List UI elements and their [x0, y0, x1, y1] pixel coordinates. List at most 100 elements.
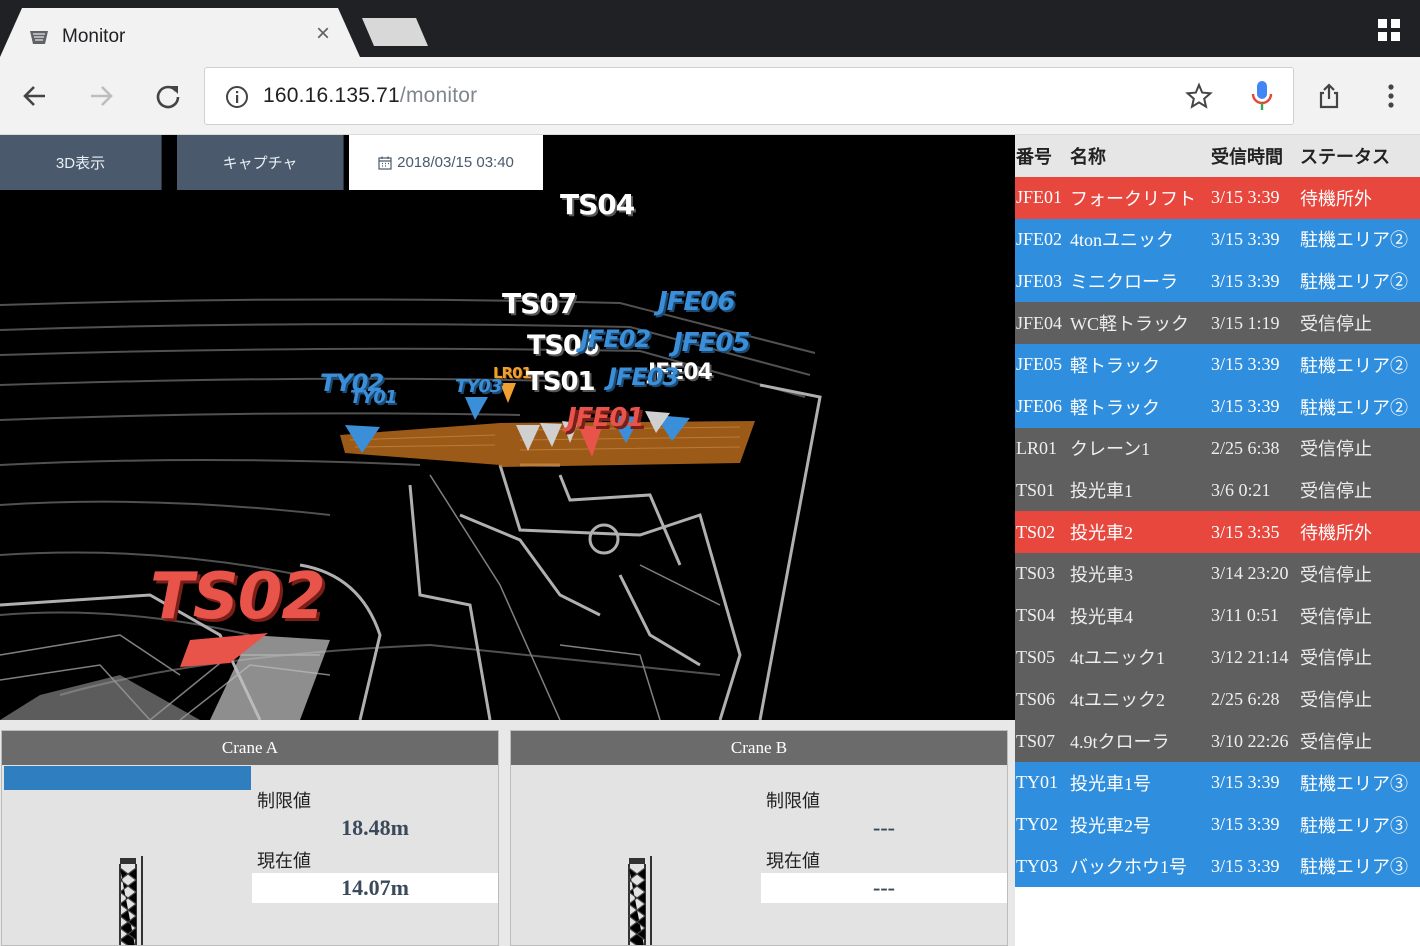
marker-ts02[interactable]: TS02	[150, 560, 326, 634]
browser-toolbar: 160.16.135.71/monitor	[0, 57, 1420, 135]
row-name: WC軽トラック	[1070, 314, 1189, 335]
marker-ts07[interactable]: TS07	[502, 287, 577, 320]
table-row[interactable]: LR01 クレーン1 2/25 6:38 受信停止	[1015, 427, 1420, 470]
row-time: 3/15 3:39	[1211, 855, 1280, 876]
bookmark-star-icon[interactable]	[1185, 82, 1213, 110]
row-name: 4.9tクローラ	[1070, 732, 1170, 753]
row-id: TY02	[1016, 814, 1058, 835]
marker-jfe06[interactable]: JFE06	[658, 287, 735, 317]
row-name: バックホウ1号	[1070, 857, 1187, 878]
crane-a-tower-icon	[118, 856, 143, 945]
table-row[interactable]: JFE05 軽トラック 3/15 3:39 駐機エリア②	[1015, 343, 1420, 386]
table-row[interactable]: JFE01 フォークリフト 3/15 3:39 待機所外	[1015, 176, 1420, 219]
crane-a-status-bar	[4, 766, 251, 790]
row-time: 3/15 3:39	[1211, 228, 1280, 249]
row-name: 投光車1	[1070, 481, 1133, 502]
new-tab-button[interactable]	[362, 18, 428, 46]
row-status: 駐機エリア②	[1300, 272, 1408, 293]
arrow-right-icon	[91, 86, 113, 106]
map-3d-viewport[interactable]: 3D表示 キャプチャ 2018/03/15 03:40 TS04 TS07 JF…	[0, 135, 1015, 720]
row-id: TS04	[1016, 605, 1056, 626]
row-status: 受信停止	[1300, 314, 1372, 335]
view-3d-button[interactable]: 3D表示	[0, 135, 162, 190]
crane-b-limit-label: 制限値	[766, 791, 820, 811]
row-id: JFE04	[1016, 312, 1063, 333]
header-name: 名称	[1070, 146, 1106, 167]
apps-grid-icon[interactable]	[1378, 19, 1400, 41]
url-path: /monitor	[399, 84, 478, 107]
row-id: JFE02	[1016, 228, 1063, 249]
row-name: フォークリフト	[1070, 188, 1196, 209]
more-vert-icon	[1388, 84, 1394, 108]
address-bar[interactable]: 160.16.135.71/monitor	[204, 67, 1294, 125]
row-time: 3/15 3:39	[1211, 772, 1280, 793]
reload-button[interactable]	[151, 79, 185, 113]
row-time: 3/10 22:26	[1211, 730, 1289, 751]
row-id: TS05	[1016, 646, 1056, 667]
crane-b-limit-value: ---	[873, 815, 895, 840]
table-row[interactable]: TY01 投光車1号 3/15 3:39 駐機エリア③	[1015, 761, 1420, 804]
row-id: TY01	[1016, 772, 1058, 793]
table-row[interactable]: JFE06 軽トラック 3/15 3:39 駐機エリア②	[1015, 385, 1420, 428]
table-row[interactable]: TY02 投光車2号 3/15 3:39 駐機エリア③	[1015, 803, 1420, 846]
marker-ty01[interactable]: TY01	[350, 387, 397, 408]
table-row[interactable]: JFE03 ミニクローラ 3/15 3:39 駐機エリア②	[1015, 260, 1420, 303]
table-row[interactable]: JFE02 4tonユニック 3/15 3:39 駐機エリア②	[1015, 218, 1420, 261]
share-button[interactable]	[1312, 79, 1346, 113]
row-name: 投光車1号	[1070, 773, 1151, 794]
reload-icon	[156, 85, 180, 109]
url-text[interactable]: 160.16.135.71/monitor	[263, 84, 477, 108]
forward-button[interactable]	[84, 79, 118, 113]
crane-b-tower-icon	[627, 856, 652, 945]
marker-jfe01[interactable]: JFE01	[567, 403, 644, 433]
capture-button[interactable]: キャプチャ	[177, 135, 344, 190]
row-name: クレーン1	[1070, 439, 1151, 460]
table-row[interactable]: TS01 投光車1 3/6 0:21 受信停止	[1015, 469, 1420, 512]
crane-a-limit-label: 制限値	[257, 791, 311, 811]
arrow-left-icon	[23, 86, 45, 106]
row-status: 待機所外	[1300, 523, 1372, 544]
row-time: 3/15 1:19	[1211, 312, 1280, 333]
back-button[interactable]	[18, 79, 52, 113]
marker-ts04[interactable]: TS04	[560, 188, 635, 221]
microphone-icon[interactable]	[1251, 80, 1273, 112]
table-row[interactable]: TS04 投光車4 3/11 0:51 受信停止	[1015, 594, 1420, 637]
table-row[interactable]: TY03 バックホウ1号 3/15 3:39 駐機エリア③	[1015, 845, 1420, 888]
row-name: ミニクローラ	[1070, 272, 1178, 293]
table-row[interactable]: TS06 4tユニック2 2/25 6:28 受信停止	[1015, 678, 1420, 721]
row-status: 受信停止	[1300, 690, 1372, 711]
row-status: 駐機エリア③	[1300, 857, 1408, 878]
marker-jfe02[interactable]: JFE02	[580, 325, 651, 353]
menu-button[interactable]	[1374, 79, 1408, 113]
row-name: 4tユニック2	[1070, 690, 1166, 711]
header-status: ステータス	[1300, 146, 1390, 167]
row-time: 3/15 3:39	[1211, 270, 1280, 291]
table-row[interactable]: TS02 投光車2 3/15 3:35 待機所外	[1015, 511, 1420, 553]
table-row[interactable]: TS03 投光車3 3/14 23:20 受信停止	[1015, 552, 1420, 595]
crane-a-current-label: 現在値	[257, 851, 311, 871]
row-time: 2/25 6:38	[1211, 437, 1280, 458]
row-id: JFE05	[1016, 354, 1063, 375]
table-row[interactable]: TS07 4.9tクローラ 3/10 22:26 受信停止	[1015, 720, 1420, 762]
tab-close-icon[interactable]: ×	[316, 22, 330, 46]
marker-ts01[interactable]: TS01	[526, 367, 596, 397]
row-name: 4tユニック1	[1070, 648, 1166, 669]
row-id: TS07	[1016, 730, 1056, 751]
marker-jfe03[interactable]: JFE03	[608, 363, 679, 391]
datetime-picker[interactable]: 2018/03/15 03:40	[349, 135, 543, 190]
row-time: 3/15 3:39	[1211, 354, 1280, 375]
share-icon	[1319, 83, 1339, 109]
browser-tab-bar: Monitor ×	[0, 0, 1420, 57]
row-time: 3/15 3:39	[1211, 396, 1280, 417]
device-status-table: 番号 名称 受信時間 ステータス JFE01 フォークリフト 3/15 3:39 待機…	[1015, 135, 1420, 888]
marker-jfe05[interactable]: JFE05	[673, 328, 750, 358]
table-row[interactable]: TS05 4tユニック1 3/12 21:14 受信停止	[1015, 636, 1420, 679]
table-row[interactable]: JFE04 WC軽トラック 3/15 1:19 受信停止	[1015, 302, 1420, 344]
info-icon[interactable]	[225, 85, 249, 109]
row-id: TS01	[1016, 479, 1056, 500]
crane-b-title: Crane B	[511, 731, 1007, 765]
row-status: 受信停止	[1300, 732, 1372, 753]
browser-tab-monitor[interactable]: Monitor ×	[0, 8, 360, 57]
row-status: 受信停止	[1300, 648, 1372, 669]
crane-a-current-value: 14.07m	[252, 873, 498, 903]
